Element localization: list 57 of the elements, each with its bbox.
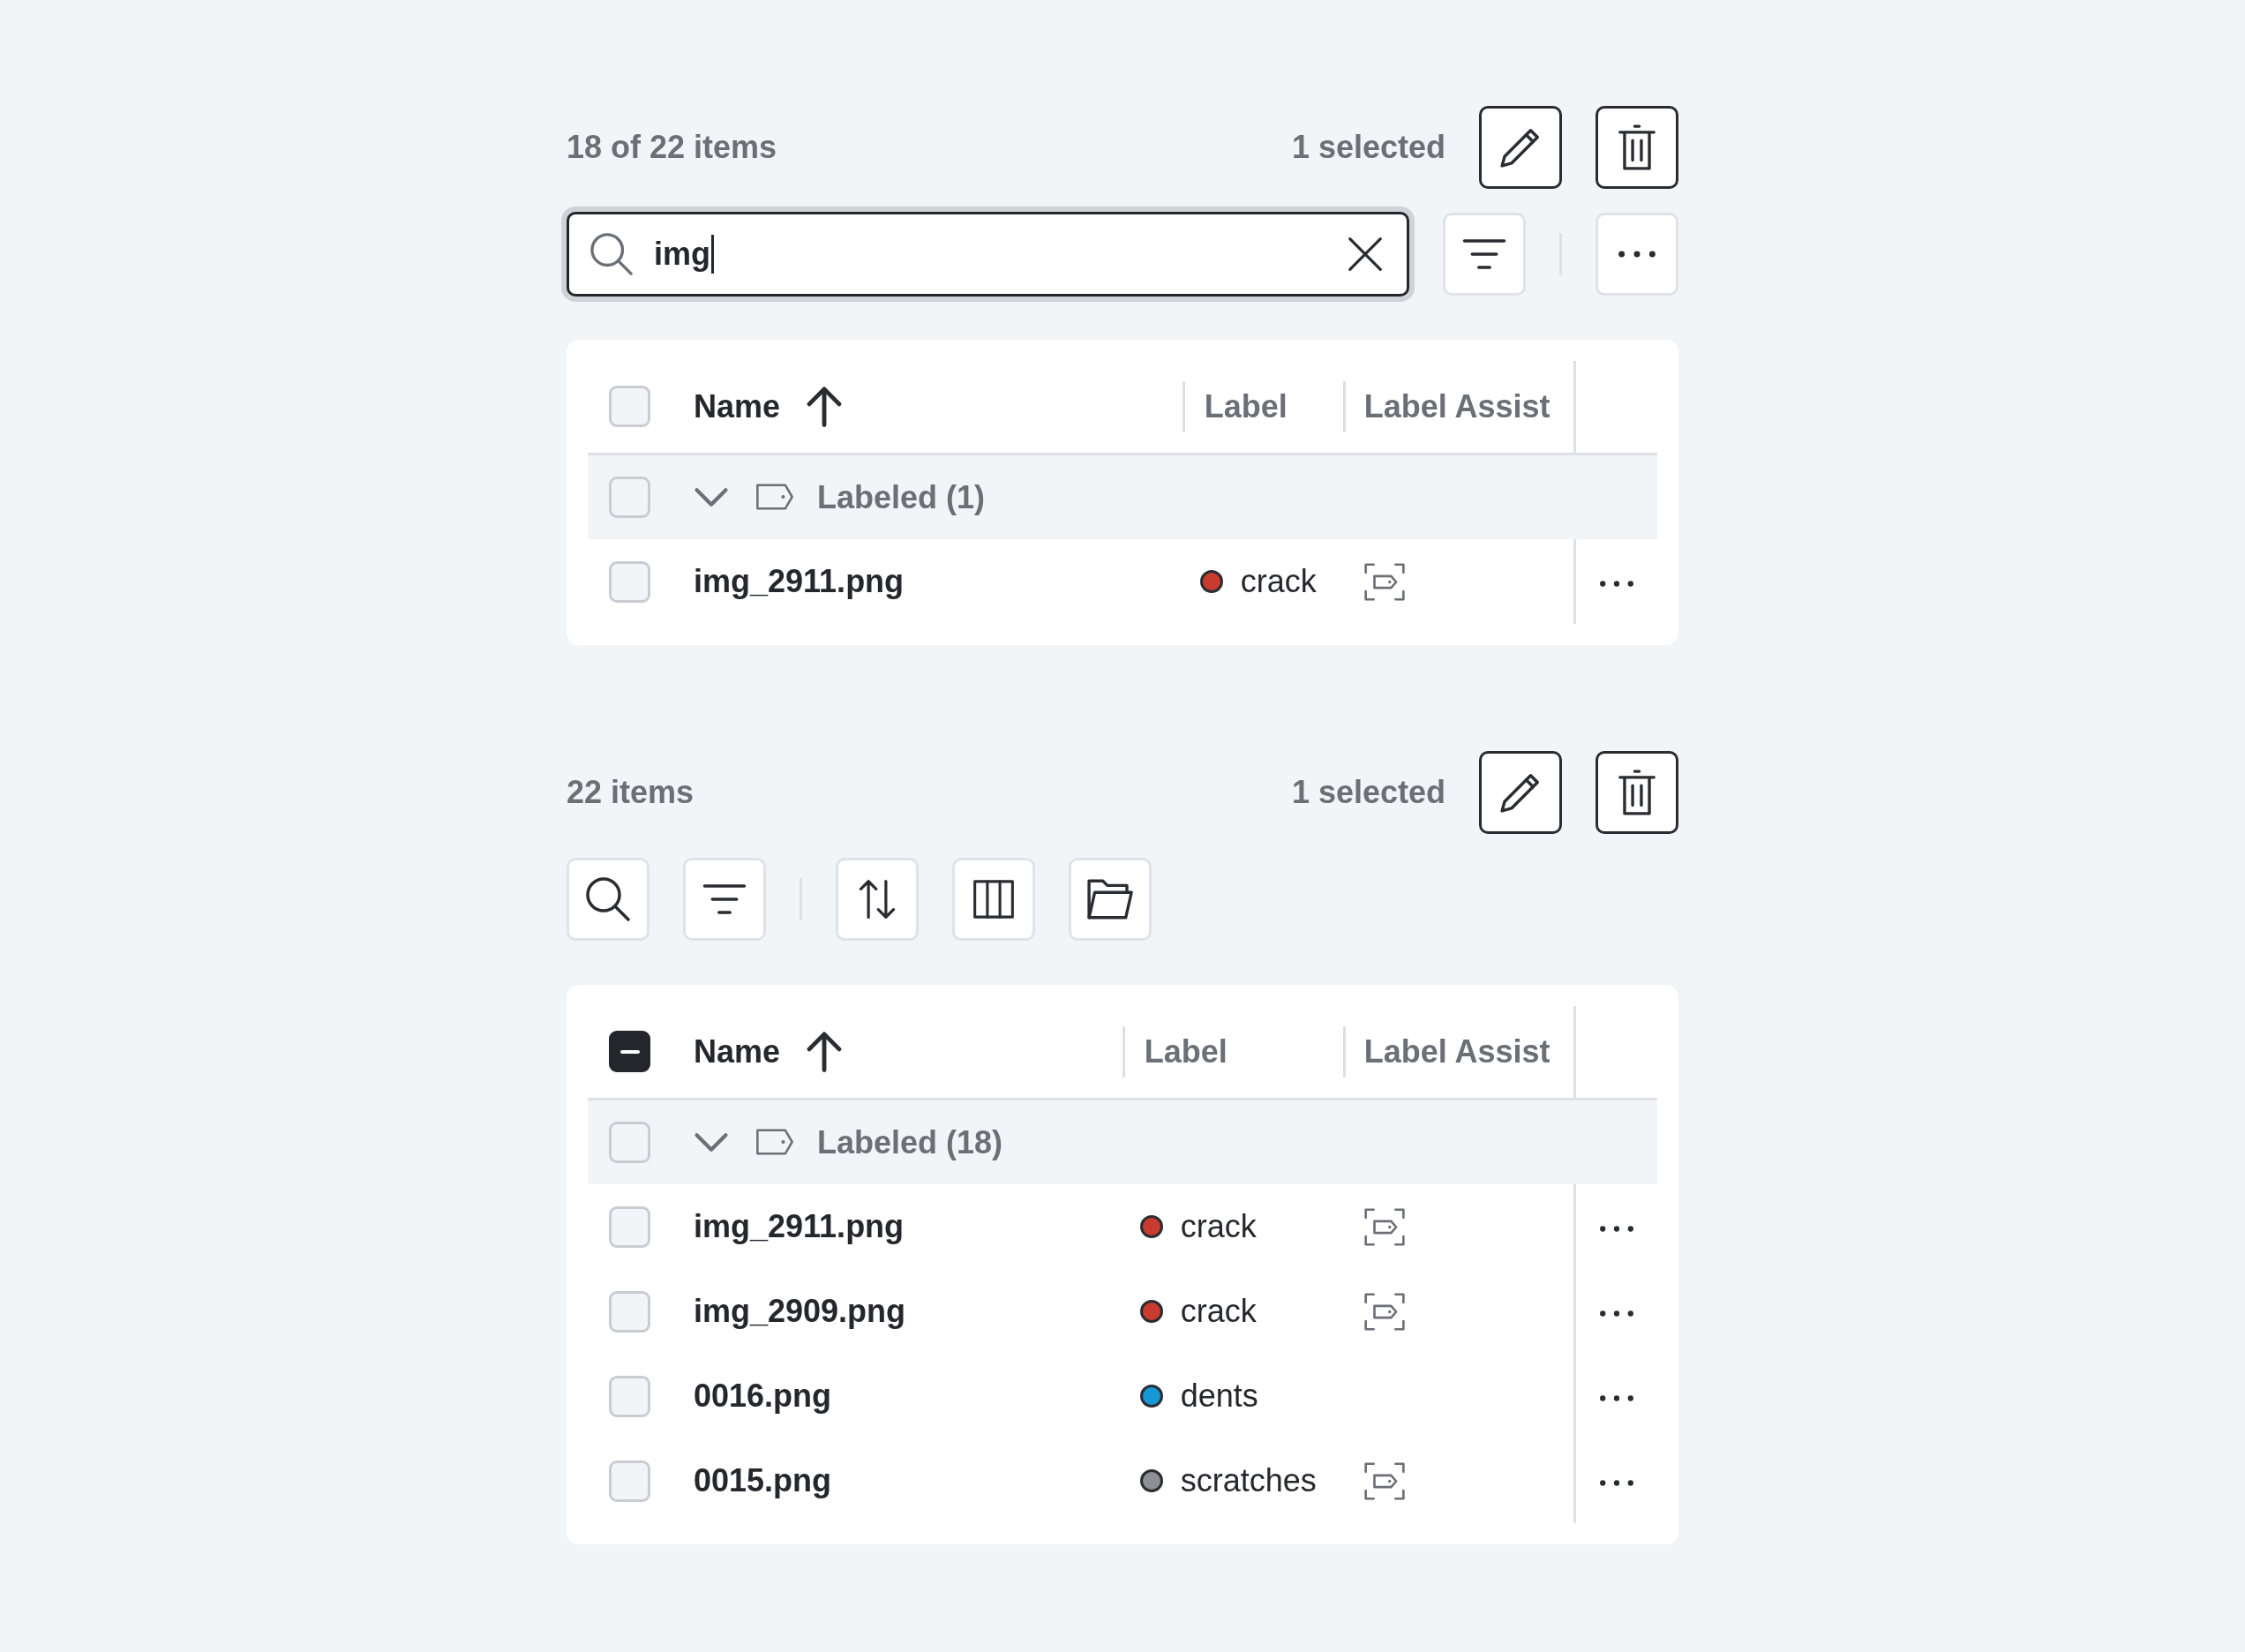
column-header[interactable]: Label (1144, 1032, 1228, 1071)
search-icon (586, 877, 630, 921)
file-name: img_2909.png (694, 1293, 906, 1330)
column-header[interactable]: Label (1204, 387, 1288, 426)
chevron-down-icon[interactable] (694, 1131, 729, 1153)
column-header[interactable]: Label Assist (1363, 1032, 1550, 1071)
filter-icon (1462, 238, 1506, 270)
arrow-up-icon[interactable] (807, 1031, 843, 1072)
item-count: 18 of 22 items (567, 128, 777, 167)
ellipsis-icon[interactable] (1598, 1394, 1634, 1403)
trash-icon (1618, 770, 1656, 815)
file-name: img_2911.png (694, 1208, 905, 1245)
edit-button[interactable] (1479, 106, 1562, 189)
item-count: 22 items (567, 773, 695, 812)
ellipsis-icon[interactable] (1598, 1310, 1634, 1318)
sort-button[interactable] (836, 858, 919, 941)
column-header[interactable]: Name (694, 1032, 781, 1071)
label-text: scratches (1180, 1461, 1317, 1500)
label-text: crack (1180, 1207, 1257, 1246)
filter-button[interactable] (683, 858, 766, 941)
label-text: dents (1180, 1377, 1258, 1415)
selection-count: 1 selected (1291, 128, 1445, 167)
columns-button[interactable] (952, 858, 1035, 941)
ellipsis-icon[interactable] (1598, 1225, 1634, 1234)
column-header[interactable]: Name (694, 387, 781, 426)
label-text: crack (1240, 562, 1317, 601)
column-header[interactable]: Label Assist (1363, 387, 1550, 426)
pencil-icon (1500, 772, 1541, 813)
close-icon[interactable] (1348, 237, 1382, 271)
file-name: img_2911.png (694, 563, 905, 600)
label-text: crack (1180, 1292, 1257, 1331)
pencil-icon (1500, 127, 1541, 168)
up-down-arrows-icon (859, 879, 896, 920)
columns-icon (973, 880, 1014, 919)
search-icon (590, 233, 633, 275)
tag-icon (755, 1128, 794, 1157)
chevron-down-icon[interactable] (694, 486, 729, 507)
arrow-up-icon[interactable] (807, 386, 843, 427)
checkbox[interactable] (609, 1031, 650, 1073)
selection-count: 1 selected (1291, 773, 1445, 812)
folder-button[interactable] (1069, 858, 1152, 941)
folder-icon (1087, 879, 1133, 920)
file-name: 0015.png (694, 1462, 832, 1499)
tag-icon (755, 483, 794, 512)
delete-button[interactable] (1596, 106, 1678, 189)
ellipsis-icon[interactable] (1598, 1479, 1634, 1488)
group-label: Labeled (1) (817, 477, 986, 516)
search-button[interactable] (567, 858, 649, 941)
file-name: 0016.png (694, 1378, 832, 1415)
filter-icon (702, 883, 747, 915)
edit-button[interactable] (1479, 751, 1562, 834)
trash-icon (1618, 124, 1656, 170)
filter-button[interactable] (1443, 213, 1526, 296)
ellipsis-icon (1618, 250, 1656, 259)
ellipsis-icon[interactable] (1598, 580, 1634, 589)
group-label: Labeled (18) (817, 1123, 1003, 1161)
delete-button[interactable] (1596, 751, 1678, 834)
